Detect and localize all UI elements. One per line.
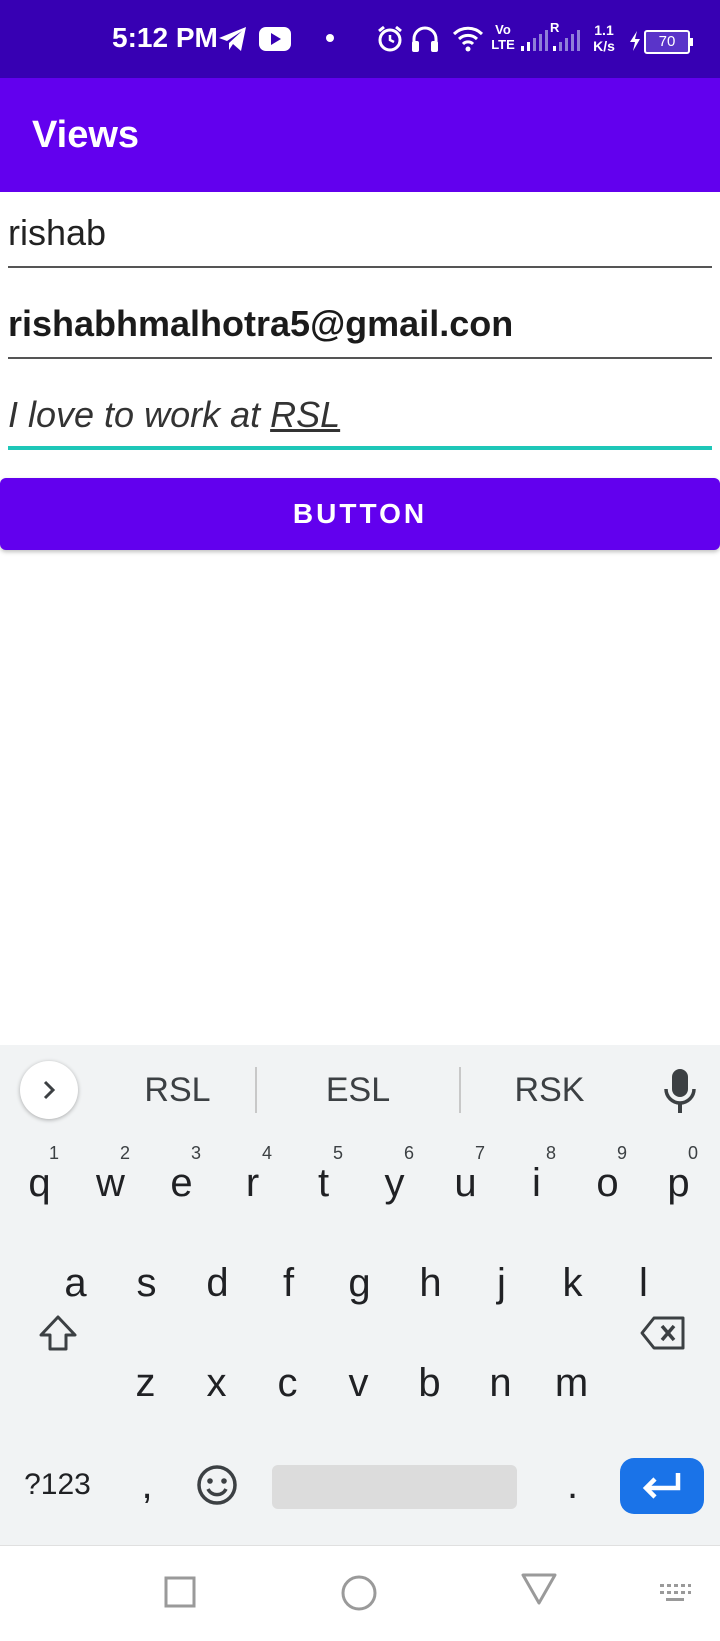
key-hint-p: 0 (688, 1143, 699, 1163)
key-z[interactable]: z (110, 1333, 181, 1433)
key-hint-y: 6 (404, 1143, 415, 1163)
volte-icon: Vo LTE (488, 22, 518, 52)
enter-key[interactable] (620, 1458, 704, 1514)
key-w[interactable]: w (75, 1133, 146, 1233)
period-key[interactable]: . (535, 1440, 610, 1530)
email-field[interactable]: rishabhmalhotra5@gmail.con (8, 279, 712, 359)
name-field-underline (8, 266, 712, 268)
key-hint-t: 5 (333, 1143, 344, 1163)
symbols-key[interactable]: ?123 (10, 1440, 105, 1530)
key-hint-e: 3 (191, 1143, 202, 1163)
name-field[interactable]: rishab (8, 188, 712, 268)
net-speed: 1.1 K/s (586, 22, 622, 54)
email-field-value: rishabhmalhotra5@gmail.con (8, 303, 514, 344)
volte-line1: Vo (495, 22, 511, 37)
key-hint-q: 1 (49, 1143, 60, 1163)
battery-level: 70 (658, 33, 676, 50)
net-speed-unit: K/s (593, 38, 615, 54)
key-c[interactable]: c (252, 1333, 323, 1433)
key-f[interactable]: f (253, 1233, 324, 1333)
app-bar: Views (0, 78, 720, 192)
backspace-icon (640, 1316, 685, 1350)
status-time: 5:12 PM (112, 22, 218, 53)
shift-key[interactable] (22, 1283, 94, 1383)
enter-arrow-icon (642, 1473, 681, 1499)
key-hint-u: 7 (475, 1143, 486, 1163)
navigation-bar (0, 1545, 720, 1641)
email-field-underline (8, 357, 712, 359)
message-field-underline (8, 446, 712, 450)
key-hint-w: 2 (120, 1143, 131, 1163)
key-r[interactable]: r (217, 1133, 288, 1233)
key-q[interactable]: q (4, 1133, 75, 1233)
key-m[interactable]: m (536, 1333, 607, 1433)
alarm-icon (378, 25, 402, 52)
headphones-icon (412, 26, 438, 52)
signal-icon (521, 30, 548, 51)
emoji-icon (197, 1465, 237, 1505)
emoji-key[interactable] (182, 1440, 252, 1530)
message-composing-word: RSL (270, 394, 341, 435)
keyboard-switch-icon[interactable] (658, 1582, 692, 1604)
key-b[interactable]: b (394, 1333, 465, 1433)
app-title: Views (32, 114, 140, 156)
key-d[interactable]: d (182, 1233, 253, 1333)
key-hint-o: 9 (617, 1143, 628, 1163)
key-g[interactable]: g (324, 1233, 395, 1333)
recent-apps-icon[interactable] (164, 1576, 196, 1608)
key-p[interactable]: p (643, 1133, 714, 1233)
back-icon[interactable] (520, 1572, 558, 1606)
dot-icon (326, 34, 334, 42)
key-j[interactable]: j (466, 1233, 537, 1333)
comma-key[interactable]: , (112, 1440, 182, 1530)
message-field-value: I love to work at RSL (8, 394, 340, 436)
charging-icon (630, 31, 640, 51)
telegram-icon (219, 27, 246, 51)
key-u[interactable]: u (430, 1133, 501, 1233)
message-prefix: I love to work at (8, 394, 271, 435)
key-n[interactable]: n (465, 1333, 536, 1433)
key-v[interactable]: v (323, 1333, 394, 1433)
wifi-icon (452, 26, 484, 52)
key-k[interactable]: k (537, 1233, 608, 1333)
key-t[interactable]: t (288, 1133, 359, 1233)
key-hint-r: 4 (262, 1143, 273, 1163)
key-e[interactable]: e (146, 1133, 217, 1233)
battery-icon: 70 (644, 30, 693, 54)
status-bar: 5:12 PM Vo LTE R 1.1 K/s 70 (0, 0, 720, 78)
net-speed-value: 1.1 (594, 22, 614, 38)
space-key[interactable] (272, 1465, 517, 1509)
keyboard: RSL ESL RSK q1w2e3r4t5y6u7i8o9p0asdfghjk… (0, 1045, 720, 1545)
key-h[interactable]: h (395, 1233, 466, 1333)
message-field[interactable]: I love to work at RSL (8, 370, 712, 450)
home-icon[interactable] (340, 1574, 378, 1612)
signal-roaming-icon (553, 30, 580, 51)
key-hint-i: 8 (546, 1143, 557, 1163)
key-x[interactable]: x (181, 1333, 252, 1433)
volte-line2: LTE (491, 37, 515, 52)
key-i[interactable]: i (501, 1133, 572, 1233)
key-s[interactable]: s (111, 1233, 182, 1333)
youtube-icon (259, 27, 291, 51)
shift-icon (39, 1315, 77, 1351)
key-o[interactable]: o (572, 1133, 643, 1233)
key-y[interactable]: y (359, 1133, 430, 1233)
backspace-key[interactable] (626, 1283, 700, 1383)
primary-button[interactable]: BUTTON (0, 478, 720, 550)
name-field-value: rishab (8, 212, 107, 253)
